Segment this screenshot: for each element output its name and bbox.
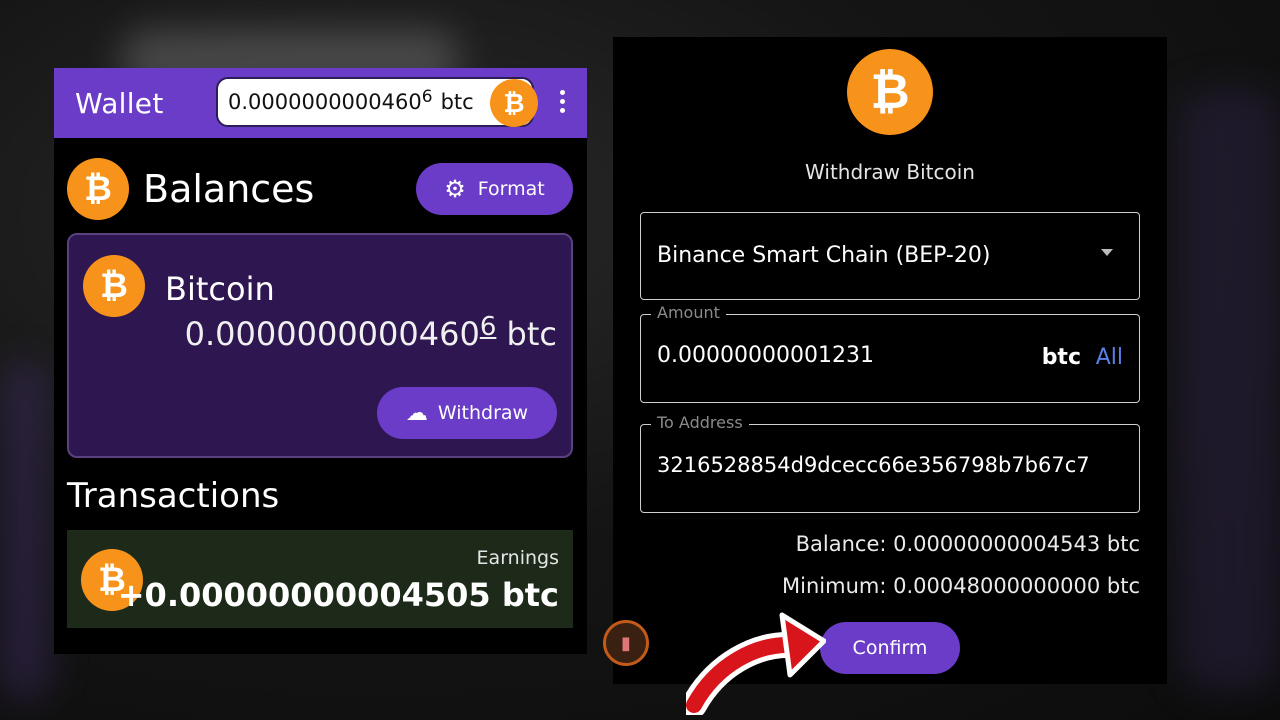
address-value: 3216528854d9dcecc66e356798b7b67c7: [657, 453, 1090, 477]
app-title: Wallet: [75, 86, 164, 120]
transaction-kind: Earnings: [476, 547, 559, 569]
kebab-menu-icon[interactable]: [559, 90, 565, 113]
format-button-label: Format: [477, 178, 545, 200]
all-button[interactable]: All: [1096, 345, 1123, 370]
transaction-amount: +0.00000000004505 btc: [117, 576, 559, 614]
app-bar: Wallet 0.0000000000460 6 btc ₿: [54, 68, 587, 138]
withdraw-button[interactable]: ☁ Withdraw: [377, 387, 557, 439]
dropdown-caret-icon: [1101, 249, 1113, 256]
background-blur: [0, 360, 50, 700]
header-balance-pill[interactable]: 0.0000000000460 6 btc ₿: [216, 77, 538, 127]
bitcoin-icon: ₿: [83, 255, 145, 317]
withdraw-panel: ₿ Withdraw Bitcoin Binance Smart Chain (…: [603, 37, 1167, 684]
confirm-button-label: Confirm: [852, 637, 928, 659]
transactions-title: Transactions: [67, 476, 280, 516]
currency-name: Bitcoin: [165, 270, 275, 308]
cloud-download-icon: ☁: [405, 400, 428, 426]
amount-unit: btc: [1041, 345, 1081, 370]
transaction-row[interactable]: ₿ Earnings +0.00000000004505 btc: [67, 530, 573, 628]
address-field[interactable]: To Address 3216528854d9dcecc66e356798b7b…: [640, 413, 1140, 513]
header-balance-superscript: 6: [421, 87, 433, 107]
amount-value: 0.00000000001231: [657, 343, 874, 368]
balances-title: Balances: [143, 167, 315, 211]
header-balance-value: 0.0000000000460: [228, 90, 422, 114]
format-button[interactable]: ⚙ Format: [416, 163, 573, 215]
wallet-panel: Wallet 0.0000000000460 6 btc ₿ ₿ Balance…: [54, 68, 587, 654]
pointer-arrow-icon: [681, 605, 827, 718]
bitcoin-icon: ₿: [67, 158, 129, 220]
withdraw-button-label: Withdraw: [437, 402, 529, 424]
bitcoin-icon: ₿: [847, 49, 933, 135]
amount-label: Amount: [651, 303, 726, 322]
gear-icon: ⚙: [444, 175, 466, 203]
amount-field[interactable]: Amount 0.00000000001231 btc All: [640, 303, 1140, 403]
network-select-value: Binance Smart Chain (BEP-20): [657, 243, 991, 268]
background-blur: [1180, 90, 1280, 690]
balances-header: ₿ Balances: [67, 158, 314, 220]
minimum-withdrawal: Minimum: 0.00048000000000 btc: [782, 574, 1140, 598]
withdraw-title: Withdraw Bitcoin: [805, 160, 975, 184]
currency-balance: 0.00000000004606 btc: [184, 312, 557, 353]
network-select[interactable]: Binance Smart Chain (BEP-20): [640, 212, 1140, 300]
available-balance: Balance: 0.00000000004543 btc: [795, 532, 1140, 556]
header-balance-unit: btc: [440, 90, 474, 114]
bitcoin-icon: ₿: [490, 79, 538, 127]
address-label: To Address: [651, 413, 749, 432]
bitcoin-balance-card[interactable]: ₿ Bitcoin 0.00000000004606 btc ☁ Withdra…: [67, 233, 573, 458]
confirm-button[interactable]: Confirm: [820, 622, 960, 674]
camera-icon[interactable]: ▮: [603, 620, 649, 666]
